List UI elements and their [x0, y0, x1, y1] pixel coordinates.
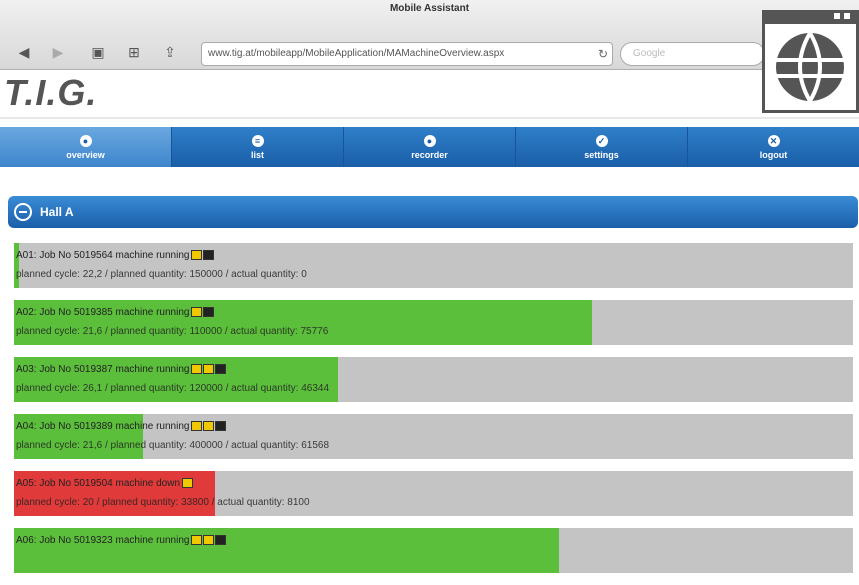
forward-arrow-icon[interactable]: ▶ — [48, 44, 68, 60]
reload-icon[interactable]: ↻ — [598, 47, 608, 61]
machine-title: A03: Job No 5019387 machine running — [16, 364, 190, 375]
browser-toolbar: Mobile Assistant ◀ ▶ ▣ ⊞ ⇪ www.tig.at/mo… — [0, 0, 859, 70]
status-icons — [191, 307, 215, 318]
status-icons — [191, 364, 227, 375]
machine-row[interactable]: A04: Job No 5019389 machine running plan… — [14, 414, 853, 459]
collapse-icon[interactable] — [14, 203, 32, 221]
machine-row[interactable]: A01: Job No 5019564 machine running plan… — [14, 243, 853, 288]
machine-title: A06: Job No 5019323 machine running — [16, 535, 190, 546]
machine-details: planned cycle: 20 / planned quantity: 33… — [16, 497, 310, 508]
nav-list[interactable]: ≡ list — [172, 127, 344, 167]
status-icons — [191, 250, 215, 261]
section-title: Hall A — [40, 205, 74, 219]
machine-row[interactable]: A03: Job No 5019387 machine running plan… — [14, 357, 853, 402]
machine-list: A01: Job No 5019564 machine running plan… — [14, 243, 853, 585]
status-icons — [191, 421, 227, 432]
tig-logo: T.I.G. — [4, 72, 98, 113]
machine-details: planned cycle: 21,6 / planned quantity: … — [16, 326, 329, 337]
machine-title: A01: Job No 5019564 machine running — [16, 250, 190, 261]
share-icon[interactable]: ⇪ — [160, 44, 180, 60]
machine-details: planned cycle: 22,2 / planned quantity: … — [16, 269, 307, 280]
machine-title: A02: Job No 5019385 machine running — [16, 307, 190, 318]
url-input[interactable]: www.tig.at/mobileapp/MobileApplication/M… — [201, 42, 613, 66]
logout-icon: ✕ — [767, 134, 780, 147]
back-arrow-icon[interactable]: ◀ — [14, 44, 34, 60]
machine-row[interactable]: A05: Job No 5019504 machine down planned… — [14, 471, 853, 516]
machine-details: planned cycle: 21,6 / planned quantity: … — [16, 440, 330, 451]
machine-row[interactable]: A02: Job No 5019385 machine running plan… — [14, 300, 853, 345]
globe-icon — [776, 31, 844, 103]
nav-label: overview — [66, 149, 105, 160]
status-icons — [182, 478, 194, 489]
globe-window — [762, 10, 859, 113]
machine-row[interactable]: A06: Job No 5019323 machine running — [14, 528, 853, 573]
machine-title: A05: Job No 5019504 machine down — [16, 478, 181, 489]
overview-icon: ● — [79, 134, 92, 147]
main-nav: ● overview ≡ list ● recorder ✓ settings … — [0, 127, 859, 167]
window-title: Mobile Assistant — [389, 3, 470, 14]
search-input[interactable]: Google — [620, 42, 765, 66]
hall-a-header[interactable]: Hall A — [8, 196, 858, 228]
machine-details: planned cycle: 26,1 / planned quantity: … — [16, 383, 330, 394]
bookmarks-icon[interactable]: ⊞ — [124, 44, 144, 60]
nav-overview[interactable]: ● overview — [0, 127, 172, 167]
nav-label: settings — [584, 149, 619, 160]
nav-recorder[interactable]: ● recorder — [344, 127, 516, 167]
settings-icon: ✓ — [595, 134, 608, 147]
nav-label: logout — [759, 149, 788, 160]
divider — [0, 117, 859, 119]
recorder-icon: ● — [423, 134, 436, 147]
list-icon: ≡ — [251, 134, 264, 147]
tabs-icon[interactable]: ▣ — [88, 44, 108, 60]
nav-label: recorder — [411, 149, 448, 160]
nav-label: list — [250, 149, 264, 160]
status-icons — [191, 535, 227, 546]
nav-settings[interactable]: ✓ settings — [516, 127, 688, 167]
machine-title: A04: Job No 5019389 machine running — [16, 421, 190, 432]
nav-logout[interactable]: ✕ logout — [688, 127, 859, 167]
